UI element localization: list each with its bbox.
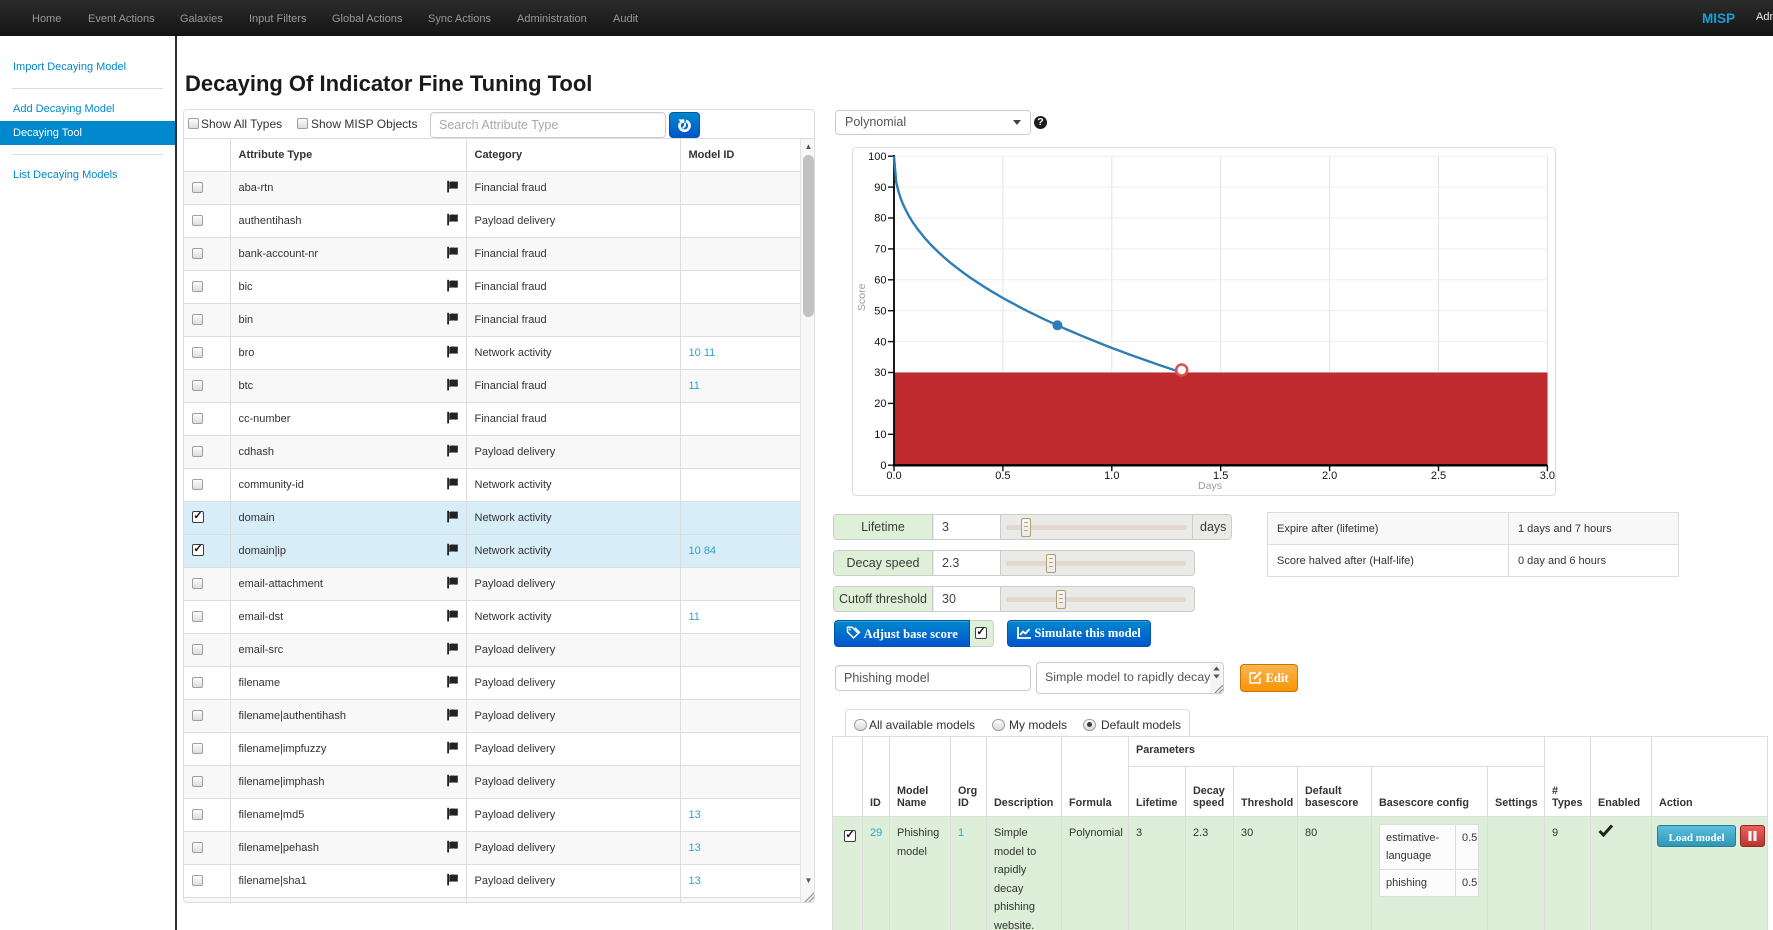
svg-text:70: 70: [874, 244, 886, 256]
svg-text:3.0: 3.0: [1540, 470, 1555, 482]
svg-text:20: 20: [874, 398, 886, 410]
svg-text:30: 30: [874, 367, 886, 379]
svg-text:60: 60: [874, 275, 886, 287]
svg-text:Score: Score: [856, 283, 868, 311]
svg-text:90: 90: [874, 182, 886, 194]
svg-text:40: 40: [874, 336, 886, 348]
svg-text:80: 80: [874, 213, 886, 225]
svg-text:50: 50: [874, 305, 886, 317]
svg-text:0.5: 0.5: [995, 470, 1010, 482]
svg-text:10: 10: [874, 429, 886, 441]
svg-text:0.0: 0.0: [886, 470, 901, 482]
svg-text:100: 100: [868, 151, 886, 163]
svg-text:1.0: 1.0: [1104, 470, 1119, 482]
svg-text:2.5: 2.5: [1431, 470, 1446, 482]
svg-text:Days: Days: [1198, 480, 1222, 492]
svg-text:2.0: 2.0: [1322, 470, 1337, 482]
